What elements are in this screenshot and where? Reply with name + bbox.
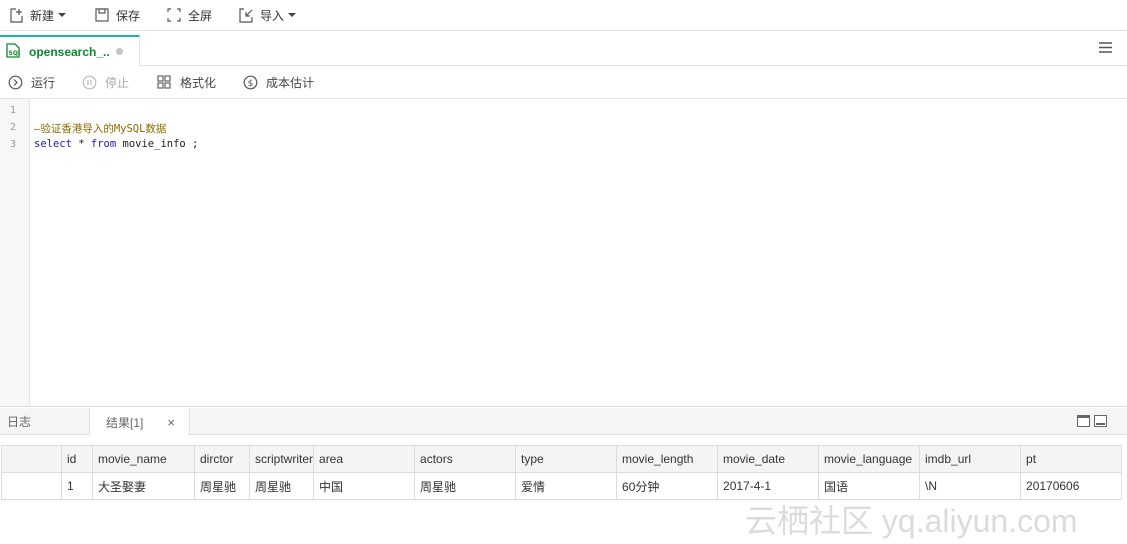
stop-label: 停止 [105,75,130,90]
main-toolbar: 新建 保存 全屏 导入 [0,0,1127,31]
save-icon [94,7,110,23]
result-grid-area: id movie_name dirctor scriptwriter area … [0,435,1127,544]
column-header[interactable]: id [61,445,93,473]
table-cell[interactable]: 2017-4-1 [717,472,820,500]
table-header-row: id movie_name dirctor scriptwriter area … [1,445,1123,473]
tab-opensearch[interactable]: SQL opensearch_.. [0,35,140,66]
dollar-circle-icon: $ [242,74,258,90]
table-cell[interactable]: 爱情 [515,472,618,500]
column-header[interactable]: pt [1020,445,1123,473]
column-header[interactable]: movie_length [616,445,719,473]
format-grid-icon [156,74,172,90]
table-cell[interactable]: 国语 [818,472,921,500]
tab-result[interactable]: 结果[1] × [90,408,190,436]
column-header[interactable]: actors [414,445,517,473]
tab-title: opensearch_.. [29,44,110,59]
column-header[interactable]: movie_date [717,445,820,473]
pause-circle-icon [81,74,97,90]
chevron-down-icon [288,13,297,17]
line-number: 2 [9,122,16,133]
line-number-gutter: 1 2 3 [0,99,30,406]
table-cell[interactable]: 20170606 [1020,472,1123,500]
new-button[interactable]: 新建 [6,4,68,26]
code-star: * [71,138,91,150]
table-cell[interactable] [1,472,62,500]
cost-estimate-button[interactable]: $ 成本估计 [242,74,314,91]
stop-button[interactable]: 停止 [81,74,129,91]
chevron-down-icon [58,13,67,17]
save-button-label: 保存 [116,8,141,23]
line-number: 1 [9,105,16,116]
fullscreen-icon [166,7,182,23]
sql-file-icon: SQL [6,42,22,61]
import-icon [238,7,254,23]
table-cell[interactable]: 1 [61,472,93,500]
result-tab-label: 结果[1] [106,415,144,430]
table-cell[interactable]: 周星驰 [194,472,250,500]
svg-text:SQL: SQL [9,50,21,57]
column-header[interactable]: scriptwriter [248,445,315,473]
file-tab-bar: SQL opensearch_.. [0,31,1127,66]
restore-panel-icon[interactable] [1077,415,1090,427]
column-header[interactable]: area [313,445,416,473]
table-cell[interactable]: \N [919,472,1022,500]
table-row[interactable]: 1 大圣娶妻 周星驰 周星驰 中国 周星驰 爱情 60分钟 2017-4-1 国… [1,472,1123,500]
import-button[interactable]: 导入 [236,4,298,26]
new-file-icon [8,7,24,23]
column-header[interactable]: dirctor [194,445,250,473]
results-panel-tabs: 日志 结果[1] × [0,408,1127,436]
result-table: id movie_name dirctor scriptwriter area … [1,445,1123,500]
table-cell[interactable]: 周星驰 [248,472,315,500]
fullscreen-button[interactable]: 全屏 [164,4,214,26]
unsaved-indicator-dot [115,48,123,55]
minimize-panel-icon[interactable] [1094,415,1107,427]
play-circle-icon [7,74,23,90]
table-cell[interactable]: 60分钟 [616,472,719,500]
import-button-label: 导入 [260,8,285,23]
keyword-from: from [90,138,117,150]
column-header[interactable]: movie_name [92,445,195,473]
new-button-label: 新建 [30,8,55,23]
code-select-line: select * from movie_info ; [34,138,198,150]
keyword-select: select [34,138,72,150]
table-cell[interactable]: 中国 [313,472,416,500]
code-comment-line: —验证香港导入的MySQL数据 [34,123,167,135]
table-cell[interactable]: 大圣娶妻 [92,472,195,500]
line-number: 3 [9,139,16,150]
close-icon[interactable]: × [167,415,175,430]
run-label: 运行 [31,75,56,90]
run-button[interactable]: 运行 [7,74,55,91]
save-button[interactable]: 保存 [92,4,142,26]
column-header[interactable]: movie_language [818,445,921,473]
column-header[interactable]: type [515,445,618,473]
hamburger-menu-icon[interactable] [1098,40,1113,55]
log-tab-label: 日志 [7,415,32,429]
cost-label: 成本估计 [266,75,315,90]
format-button[interactable]: 格式化 [156,74,216,91]
editor-toolbar: 运行 停止 格式化 $ 成本估计 [0,66,1127,99]
column-header[interactable] [1,445,62,473]
sql-editor[interactable]: 1 2 3 —验证香港导入的MySQL数据 select * from movi… [0,99,1127,407]
format-label: 格式化 [180,75,217,90]
tab-log[interactable]: 日志 [0,408,90,435]
svg-text:$: $ [247,79,253,89]
table-cell[interactable]: 周星驰 [414,472,517,500]
column-header[interactable]: imdb_url [919,445,1022,473]
code-table-name: movie_info ; [116,138,199,150]
fullscreen-button-label: 全屏 [188,8,213,23]
